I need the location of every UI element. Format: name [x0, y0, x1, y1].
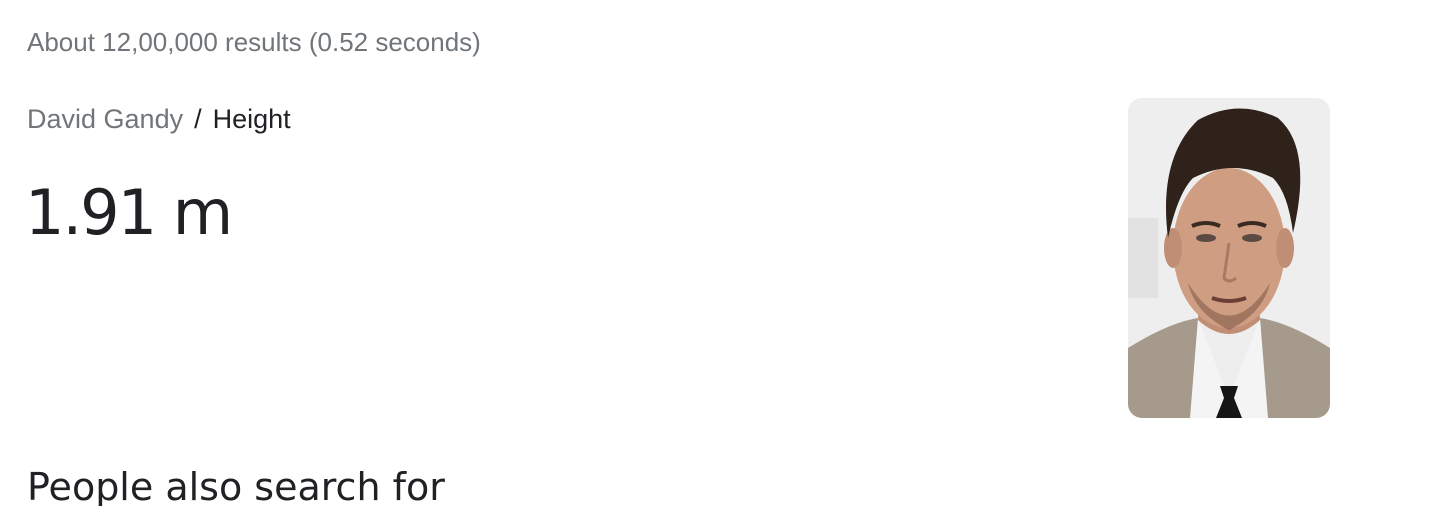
portrait-illustration	[1128, 98, 1330, 418]
entity-image[interactable]	[1128, 98, 1330, 418]
result-stats: About 12,00,000 results (0.52 seconds)	[27, 27, 481, 57]
breadcrumb-entity-link[interactable]: David Gandy	[27, 104, 183, 134]
people-also-search-heading: People also search for	[27, 465, 445, 506]
answer-value: 1.91 m	[25, 176, 233, 249]
breadcrumb-separator: /	[194, 104, 202, 134]
breadcrumb-attribute: Height	[212, 104, 291, 134]
search-results-page: About 12,00,000 results (0.52 seconds) D…	[0, 0, 1432, 506]
breadcrumb: David Gandy / Height	[27, 104, 291, 135]
